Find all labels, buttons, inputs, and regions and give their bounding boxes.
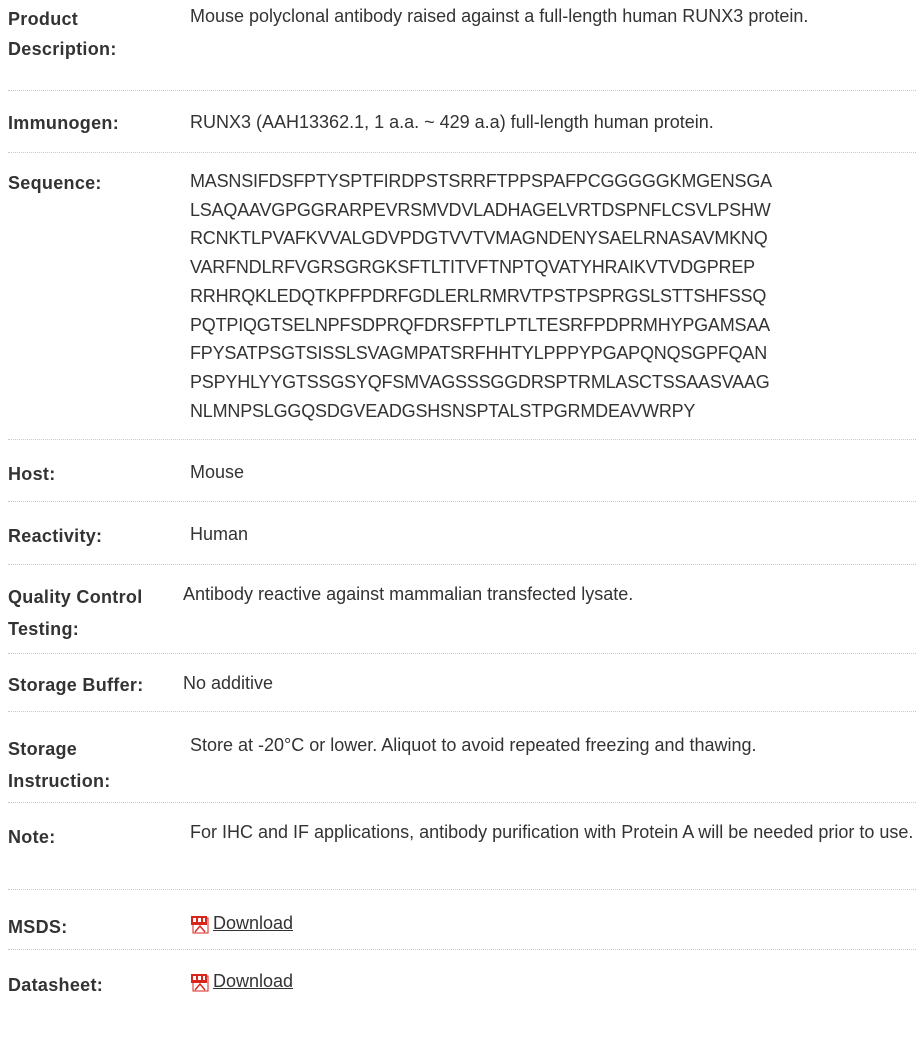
value-host: Mouse [190, 462, 245, 482]
value-quality-control: Antibody reactive against mammalian tran… [183, 584, 634, 604]
sequence-line: LSAQAAVGPGGRARPEVRSMVDVLADHAGELVRTDSPNFL… [190, 199, 771, 220]
value-datasheet: Download [190, 966, 916, 1001]
row-product-description: Product Description: Mouse polyclonal an… [8, 0, 916, 91]
label-note: Note: [8, 827, 56, 847]
label-storage-instruction: Storage Instruction: [8, 739, 111, 791]
label-reactivity: Reactivity: [8, 526, 103, 546]
row-storage-instruction: Storage Instruction: Store at -20°C or l… [8, 712, 916, 803]
download-label[interactable]: Download [213, 966, 293, 996]
row-quality-control: Quality Control Testing: Antibody reacti… [8, 565, 916, 654]
row-datasheet: Datasheet: Download [8, 950, 916, 1010]
msds-download-link[interactable]: Download [190, 908, 293, 938]
sequence-line: FPYSATPSGTSISSLSVAGMPATSRFHHTYLPPPYPGAPQ… [190, 343, 767, 364]
sequence-line: VARFNDLRFVGRSGRGKSFTLTITVFTNPTQVATYHRAIK… [190, 257, 755, 278]
pdf-icon [190, 971, 212, 992]
label-text: Product Description: [8, 9, 117, 59]
sequence-line: MASNSIFDSFPTYSPTFIRDPSTSRRFTPPSPAFPCGGGG… [190, 171, 772, 191]
sequence-line: NLMNPSLGGQSDGVEADGSHSNSPTALSTPGRMDEAVWRP… [190, 400, 696, 421]
label-quality-control: Quality Control Testing: [8, 587, 143, 639]
value-storage-instruction: Store at -20°C or lower. Aliquot to avoi… [190, 735, 757, 755]
value-sequence: MASNSIFDSFPTYSPTFIRDPSTSRRFTPPSPAFPCGGGG… [190, 167, 916, 425]
datasheet-download-link[interactable]: Download [190, 966, 293, 996]
label-sequence: Sequence: [8, 173, 102, 193]
pdf-icon [190, 913, 212, 934]
label-storage-buffer: Storage Buffer: [8, 675, 144, 695]
sequence-line: RCNKTLPVAFKVVALGDVPDGTVVTVMAGNDENYSAELRN… [190, 228, 768, 249]
row-storage-buffer: Storage Buffer: No additive [8, 654, 916, 712]
download-label[interactable]: Download [213, 908, 293, 938]
row-msds: MSDS: Download [8, 890, 916, 950]
sequence-line: PQTPIQGTSELNPFSDPRQFDRSFPTLPTLTESRFPDPRM… [190, 314, 770, 335]
label-msds: MSDS: [8, 917, 68, 937]
value-immunogen: RUNX3 (AAH13362.1, 1 a.a. ~ 429 a.a) ful… [190, 112, 714, 132]
product-spec-table: Product Description: Mouse polyclonal an… [8, 0, 916, 1010]
value-reactivity: Human [190, 524, 249, 544]
row-immunogen: Immunogen: RUNX3 (AAH13362.1, 1 a.a. ~ 4… [8, 91, 916, 153]
label-immunogen: Immunogen: [8, 113, 119, 133]
label-host: Host: [8, 464, 56, 484]
row-host: Host: Mouse [8, 440, 916, 502]
value-msds: Download [190, 908, 916, 943]
label-product-description: Product Description: [8, 2, 178, 64]
value-storage-buffer: No additive [183, 673, 274, 693]
row-reactivity: Reactivity: Human [8, 502, 916, 565]
sequence-line: PSPYHLYYGTSSGSYQFSMVAGSSSGGDRSPTRMLASCTS… [190, 371, 770, 392]
row-sequence: Sequence: MASNSIFDSFPTYSPTFIRDPSTSRRFTPP… [8, 153, 916, 440]
row-note: Note: For IHC and IF applications, antib… [8, 803, 916, 890]
label-datasheet: Datasheet: [8, 975, 104, 995]
value-note: For IHC and IF applications, antibody pu… [190, 822, 914, 842]
value-product-description: Mouse polyclonal antibody raised against… [190, 6, 809, 26]
sequence-line: RRHRQKLEDQTKPFPDRFGDLERLRMRVTPSTPSPRGSLS… [190, 285, 767, 306]
